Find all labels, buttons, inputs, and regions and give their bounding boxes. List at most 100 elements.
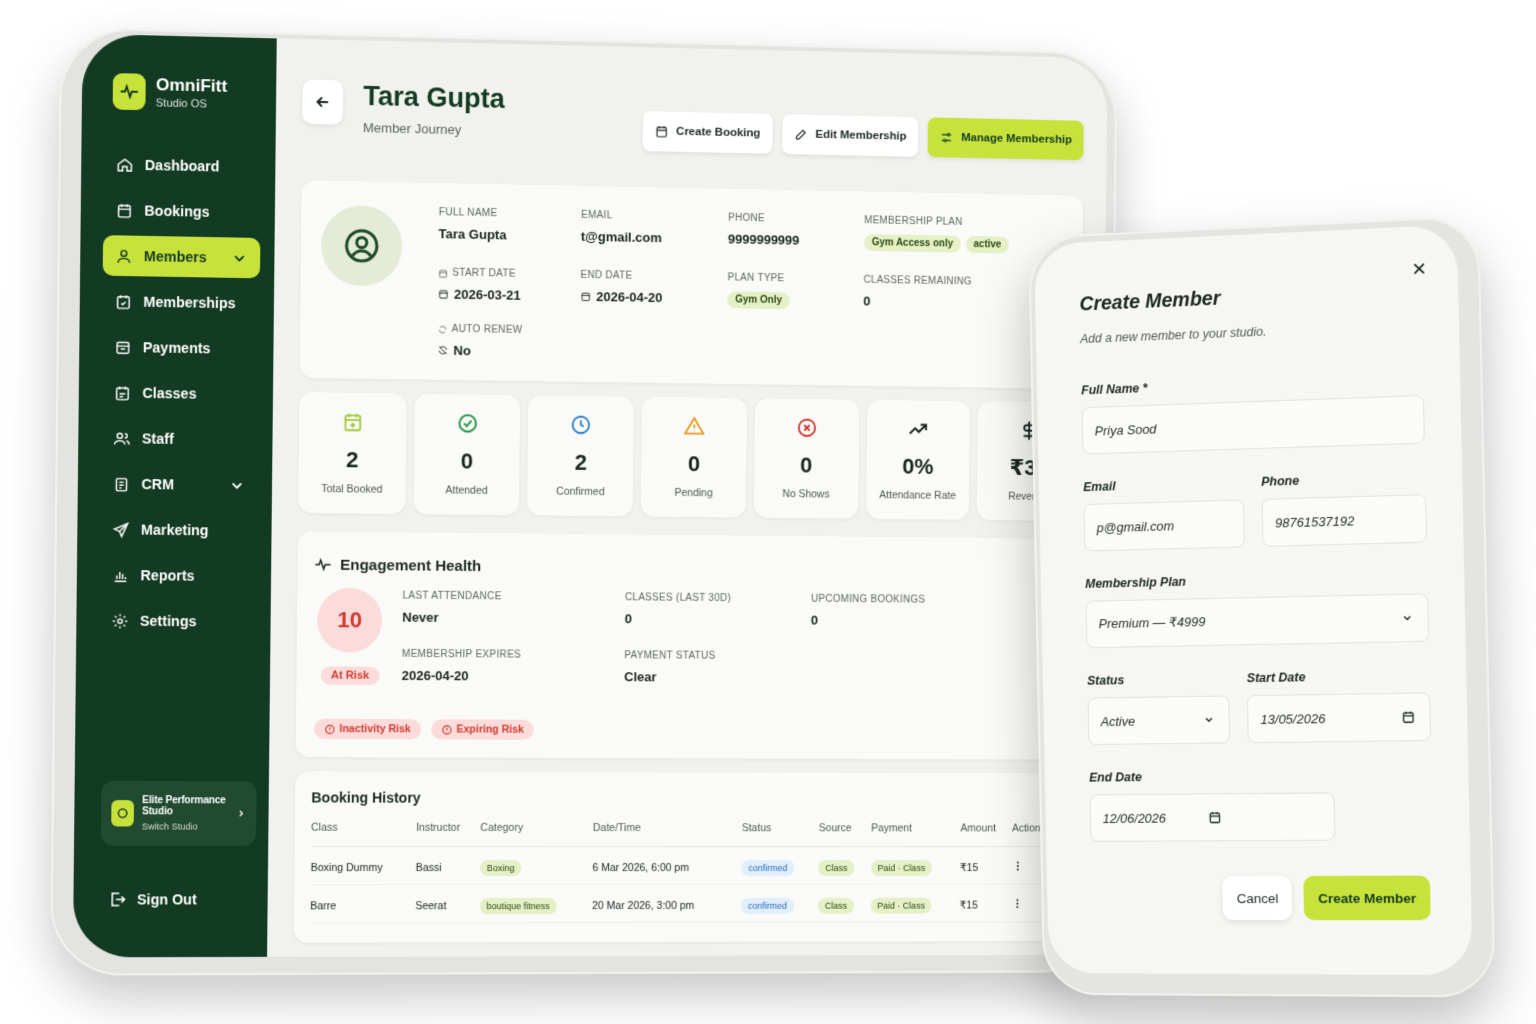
full-name-group: Full Name * Priya Sood [1081,371,1425,455]
calendar-icon [438,288,449,299]
field-label: UPCOMING BOOKINGS [811,594,925,606]
contact-row: Email p@gmail.com Phone 98761537192 [1083,470,1427,552]
sidebar-item-label: Payments [143,339,211,356]
start-date-value: 13/05/2026 [1260,711,1325,727]
field-label: PAYMENT STATUS [624,650,715,662]
sign-out-button[interactable]: Sign Out [108,890,197,908]
modal-subtitle: Add a new member to your studio. [1080,318,1422,346]
studio-switcher[interactable]: Elite Performance Studio Switch Studio [101,781,257,846]
field-label-text: START DATE [452,268,516,280]
status-badge: confirmed [741,860,794,876]
sidebar-item-dashboard[interactable]: Dashboard [104,144,262,188]
edit-icon [794,127,808,141]
selected-status: Active [1100,713,1135,728]
sidebar-item-crm[interactable]: CRM [100,463,258,505]
page-title: Tara Gupta [363,81,505,115]
phone-input[interactable]: 98761537192 [1262,494,1427,547]
field-value: 9999999999 [728,232,800,248]
sidebar-item-payments[interactable]: Payments [102,326,260,369]
x-circle-icon [796,417,818,439]
field-label: MEMBERSHIP EXPIRES [402,649,521,661]
stat-label: Confirmed [556,486,604,499]
booking-history-card: Booking History Class Instructor Categor… [294,771,1077,942]
cell-status: confirmed [741,884,818,922]
table-row[interactable]: Boxing Dummy Bassi Boxing 6 Mar 2026, 6:… [310,846,1060,884]
email-field: EMAIL t@gmail.com [581,210,662,245]
close-icon[interactable] [1411,260,1428,277]
calendar-icon[interactable] [1208,810,1222,824]
studio-name: Elite Performance Studio [142,795,228,817]
classes-30d-field: CLASSES (LAST 30D) 0 [625,592,731,627]
create-booking-button[interactable]: Create Booking [642,111,772,154]
field-label: MEMBERSHIP PLAN [864,215,1009,229]
check-circle-icon [456,412,478,434]
expiring-risk-badge: Expiring Risk [431,719,534,739]
stat-value: 0% [902,454,933,480]
risk-label: Inactivity Risk [339,723,410,735]
membership-plan-select[interactable]: Premium — ₹4999 [1086,593,1429,648]
cancel-button[interactable]: Cancel [1222,876,1292,920]
status-badge: confirmed [741,897,794,913]
sidebar-item-bookings[interactable]: Bookings [103,189,261,232]
sidebar-item-label: Members [144,248,207,265]
start-date-input[interactable]: 13/05/2026 [1247,692,1431,743]
status-select[interactable]: Active [1088,695,1231,745]
field-label-text: AUTO RENEW [452,324,523,336]
manage-membership-button[interactable]: Manage Membership [928,117,1084,160]
full-name-input[interactable]: Priya Sood [1082,395,1425,455]
more-vertical-icon[interactable] [1011,897,1023,911]
plan-type-field: PLAN TYPE Gym Only [727,272,790,309]
upcoming-bookings-field: UPCOMING BOOKINGS 0 [811,594,925,629]
create-member-button[interactable]: Create Member [1304,876,1431,921]
start-date-field: START DATE 2026-03-21 [438,267,521,303]
create-booking-label: Create Booking [676,126,760,140]
stat-total-booked: 2 Total Booked [298,392,406,514]
sidebar-item-marketing[interactable]: Marketing [100,509,258,551]
column-header: Instructor [416,822,481,847]
email-input[interactable]: p@gmail.com [1084,499,1245,551]
phone-group: Phone 98761537192 [1261,470,1427,547]
send-icon [112,521,130,538]
field-label: PHONE [728,213,800,225]
sidebar-item-staff[interactable]: Staff [101,418,259,460]
source-badge: Class [818,860,854,876]
table-row[interactable]: Barre Seerat boutique fitness 20 Mar 202… [310,884,1060,923]
sidebar-item-classes[interactable]: Classes [101,372,259,415]
edit-membership-button[interactable]: Edit Membership [782,114,919,157]
calendar-icon [580,291,591,302]
cell-class: Boxing Dummy [310,846,415,884]
field-label: PLAN TYPE [727,272,790,284]
end-date-value: 12/06/2026 [1102,810,1166,825]
sidebar-item-reports[interactable]: Reports [99,555,257,597]
risk-label: Expiring Risk [456,723,523,735]
calendar-icon[interactable] [1401,710,1415,724]
cell-status: confirmed [741,847,818,885]
chevron-down-icon [228,477,245,494]
field-value: 2026-03-21 [438,286,521,302]
back-button[interactable] [302,79,343,124]
end-date-input[interactable]: 12/06/2026 [1090,792,1336,841]
health-score: 10 [317,588,382,653]
field-value: Gym Access only active [864,234,1009,253]
section-title: Engagement Health [314,555,482,575]
category-badge: Boxing [480,859,522,875]
field-label: CLASSES (LAST 30D) [625,592,731,604]
sidebar-item-settings[interactable]: Settings [99,600,257,642]
field-label: Phone [1261,470,1426,489]
stat-no-shows: 0 No Shows [754,398,859,518]
more-vertical-icon[interactable] [1012,859,1024,873]
stat-label: Attendance Rate [879,489,956,502]
full-name-field: FULL NAME Tara Gupta [438,207,506,242]
plan-type-badge: Gym Only [727,291,790,309]
sidebar-item-memberships[interactable]: Memberships [102,281,260,324]
stat-label: Total Booked [321,483,383,496]
warning-icon [683,415,705,437]
sidebar-item-members[interactable]: Members [103,235,261,278]
cell-source: Class [818,884,871,922]
sidebar-item-label: Classes [142,385,196,402]
field-label: LAST ATTENDANCE [402,590,501,602]
at-risk-badge: At Risk [321,666,380,684]
stat-value: 0 [800,453,812,479]
cell-source: Class [818,847,871,885]
field-label: Membership Plan [1085,569,1428,591]
